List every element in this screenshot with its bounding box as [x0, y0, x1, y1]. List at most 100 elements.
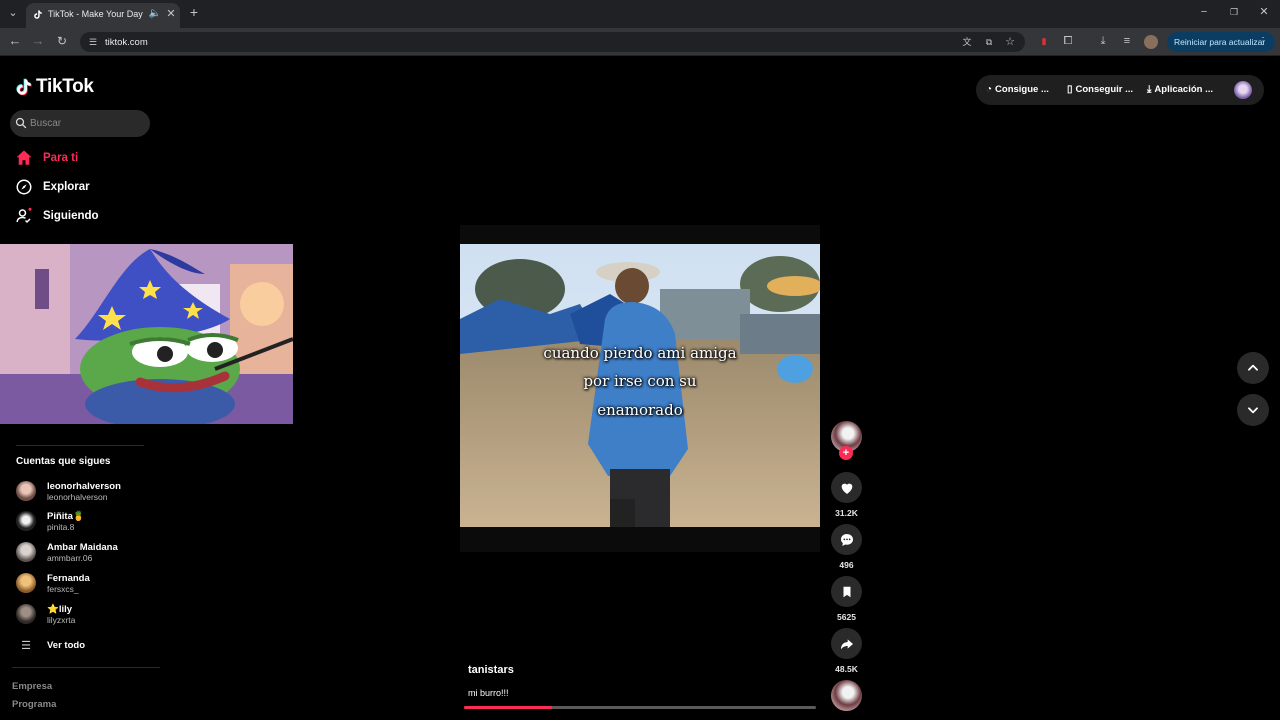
- search-icon: [15, 117, 27, 129]
- following-accounts-title: Cuentas que sigues: [16, 456, 111, 467]
- account-handle: ammbarr.06: [47, 552, 93, 563]
- comment-icon: [840, 533, 853, 546]
- home-icon: [16, 150, 32, 165]
- heart-icon: [841, 483, 852, 494]
- pepe-wizard-illustration: [0, 244, 293, 424]
- window-restore-icon[interactable]: ❐: [1227, 6, 1241, 20]
- followed-account[interactable]: leonorhalverson leonorhalverson: [16, 476, 121, 506]
- nav-label: Siguiendo: [43, 210, 99, 222]
- video-author[interactable]: tanistars: [468, 664, 514, 676]
- more-vert-icon: ⋮: [1258, 36, 1268, 47]
- video-caption-line: cuando pierdo ami amiga: [543, 344, 737, 362]
- browser-toolbar: ← → ↻ ☰ tiktok.com 文 ⧉ ☆ ▮ ⧠ ⤓ ≡ Reinici…: [0, 28, 1280, 56]
- video-progress-bar[interactable]: [464, 706, 816, 709]
- avatar: [16, 481, 36, 501]
- new-tab-icon[interactable]: +: [187, 5, 201, 20]
- footer-link-company[interactable]: Empresa: [12, 681, 52, 692]
- install-app-icon[interactable]: ⧉: [982, 36, 996, 50]
- coin-icon: ◔: [986, 84, 993, 95]
- address-bar[interactable]: ☰ tiktok.com 文 ⧉ ☆: [80, 32, 1025, 52]
- next-video-button[interactable]: [1237, 394, 1269, 426]
- tiktok-favicon-icon: [34, 10, 42, 19]
- media-controls-icon[interactable]: ≡: [1120, 35, 1134, 49]
- like-count: 31.2K: [835, 508, 858, 518]
- phone-icon: ▯: [1067, 84, 1073, 95]
- follow-button[interactable]: +: [839, 446, 853, 460]
- tiktok-logo[interactable]: TikTok: [15, 75, 94, 99]
- comment-button[interactable]: [831, 524, 862, 555]
- account-name: Piñita🍍: [47, 510, 85, 522]
- nav-item-explore[interactable]: Explorar: [15, 176, 90, 198]
- browser-tab-title: TikTok - Make Your Day: [48, 9, 143, 19]
- tab-search-icon[interactable]: ⌄: [6, 7, 20, 21]
- tab-close-icon[interactable]: ✕: [164, 8, 178, 22]
- like-button[interactable]: [831, 472, 862, 503]
- url-text: tiktok.com: [105, 37, 148, 48]
- forward-icon[interactable]: →: [31, 34, 45, 49]
- sidebar-divider: [16, 445, 144, 446]
- top-actions-bar: ◔ Consigue ... ▯ Conseguir ... ⤓ Aplicac…: [976, 75, 1264, 105]
- followed-account[interactable]: ⭐lily lilyzxrta: [16, 599, 75, 629]
- extensions-puzzle-icon[interactable]: ⧠: [1061, 35, 1075, 49]
- see-all-label: Ver todo: [47, 639, 86, 651]
- share-button[interactable]: [831, 628, 862, 659]
- chevron-up-icon: [1248, 364, 1258, 371]
- search-placeholder: Buscar: [30, 118, 62, 129]
- account-handle: pinita.8: [47, 521, 75, 532]
- restart-to-update-button[interactable]: Reiniciar para actualizar ⋮: [1167, 32, 1275, 52]
- previous-video-button[interactable]: [1237, 352, 1269, 384]
- account-name: ⭐lily: [47, 603, 73, 615]
- profile-avatar-icon[interactable]: [1144, 35, 1158, 49]
- profile-avatar[interactable]: [1234, 81, 1252, 99]
- video-caption-line: por irse con su: [583, 372, 697, 390]
- compass-icon: [16, 179, 32, 195]
- account-handle: leonorhalverson: [47, 491, 108, 502]
- avatar: [16, 511, 36, 531]
- extension-icon[interactable]: ▮: [1037, 35, 1051, 49]
- list-icon: ☰: [21, 639, 31, 652]
- chevron-down-icon: [1248, 407, 1258, 414]
- video-player[interactable]: cuando pierdo ami amiga por irse con su …: [460, 225, 820, 552]
- nav-label: Explorar: [43, 181, 90, 193]
- avatar: [16, 573, 36, 593]
- window-minimize-icon[interactable]: −: [1197, 6, 1211, 20]
- followed-account[interactable]: Ambar Maidana ammbarr.06: [16, 537, 118, 567]
- music-disc-avatar[interactable]: [831, 680, 862, 711]
- get-coins-button[interactable]: ◔ Consigue ...: [986, 84, 1049, 95]
- share-icon: [840, 638, 853, 649]
- search-input[interactable]: Buscar: [10, 110, 150, 137]
- browser-tab-strip: ⌄ TikTok - Make Your Day 🔈 ✕ + − ❐ ✕: [0, 0, 1280, 28]
- nav-item-for-you[interactable]: Para ti: [15, 147, 78, 169]
- video-frame: cuando pierdo ami amiga por irse con su …: [460, 244, 820, 527]
- window-close-icon[interactable]: ✕: [1257, 6, 1271, 20]
- video-progress-fill: [464, 706, 552, 709]
- avatar: [16, 542, 36, 562]
- share-count: 48.5K: [835, 664, 858, 674]
- tab-audio-icon[interactable]: 🔈: [148, 8, 162, 22]
- desktop-app-button[interactable]: ⤓ Aplicación ...: [1147, 84, 1213, 95]
- see-all-accounts-button[interactable]: ☰ Ver todo: [16, 630, 85, 660]
- site-info-icon[interactable]: ☰: [86, 36, 100, 50]
- video-description: mi burro!!!: [468, 688, 509, 698]
- browser-tab[interactable]: TikTok - Make Your Day 🔈 ✕: [26, 3, 180, 28]
- sidebar-divider: [12, 667, 160, 668]
- reload-icon[interactable]: ↻: [55, 35, 69, 49]
- followed-account[interactable]: Fernanda fersxcs_: [16, 568, 90, 598]
- tiktok-note-icon: [16, 78, 32, 96]
- get-app-button[interactable]: ▯ Conseguir ...: [1067, 84, 1133, 95]
- footer-link-program[interactable]: Programa: [12, 699, 56, 710]
- followed-account[interactable]: Piñita🍍 pinita.8: [16, 506, 85, 536]
- video-caption-line: enamorado: [597, 401, 683, 419]
- nav-item-following[interactable]: Siguiendo: [15, 205, 99, 227]
- back-icon[interactable]: ←: [8, 34, 22, 49]
- translate-icon[interactable]: 文: [960, 36, 974, 50]
- bookmark-icon: [843, 586, 850, 597]
- save-count: 5625: [837, 612, 856, 622]
- downloads-icon[interactable]: ⤓: [1096, 35, 1110, 49]
- account-handle: lilyzxrta: [47, 614, 76, 625]
- following-icon: [16, 207, 32, 224]
- bookmark-star-icon[interactable]: ☆: [1003, 36, 1017, 50]
- save-button[interactable]: [831, 576, 862, 607]
- download-icon: ⤓: [1147, 84, 1152, 95]
- account-name: Fernanda: [47, 572, 90, 584]
